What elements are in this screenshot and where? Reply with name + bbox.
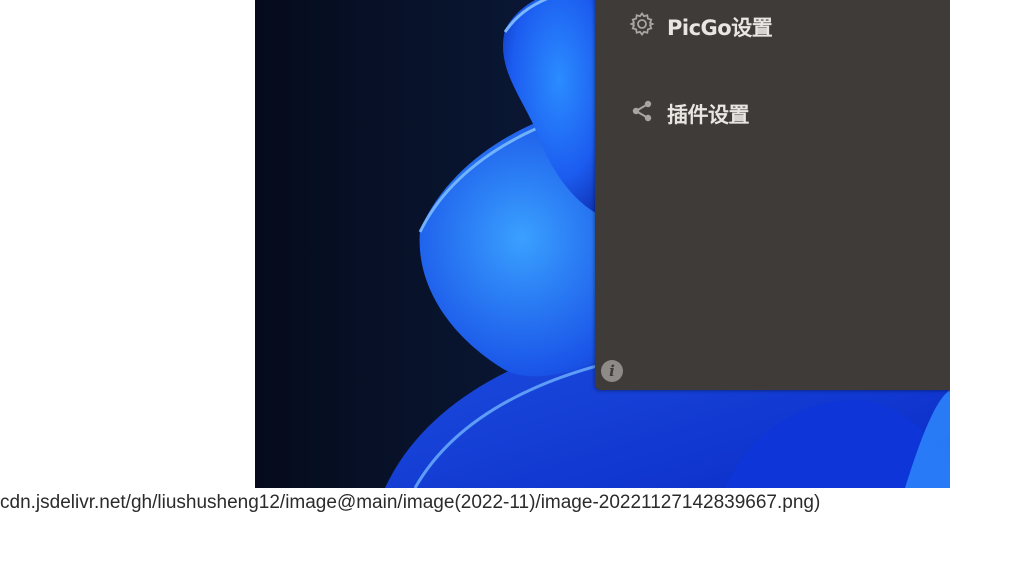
gear-icon [629,11,657,41]
menu-item-plugin-settings[interactable]: 插件设置 [629,98,750,130]
image-link-caption: cdn.jsdelivr.net/gh/liushusheng12/image@… [0,492,821,513]
share-icon [629,100,657,128]
picgo-side-panel: PicGo设置 插件设置 i [595,0,950,390]
embedded-screenshot: PicGo设置 插件设置 i [255,0,950,488]
menu-item-picgo-settings[interactable]: PicGo设置 [629,11,773,43]
info-icon[interactable]: i [601,360,623,382]
menu-item-label: 插件设置 [667,103,750,127]
menu-item-label: PicGo设置 [667,16,773,40]
page: PicGo设置 插件设置 i cdn.jsdelivr.net/gh/liush… [0,0,1024,571]
